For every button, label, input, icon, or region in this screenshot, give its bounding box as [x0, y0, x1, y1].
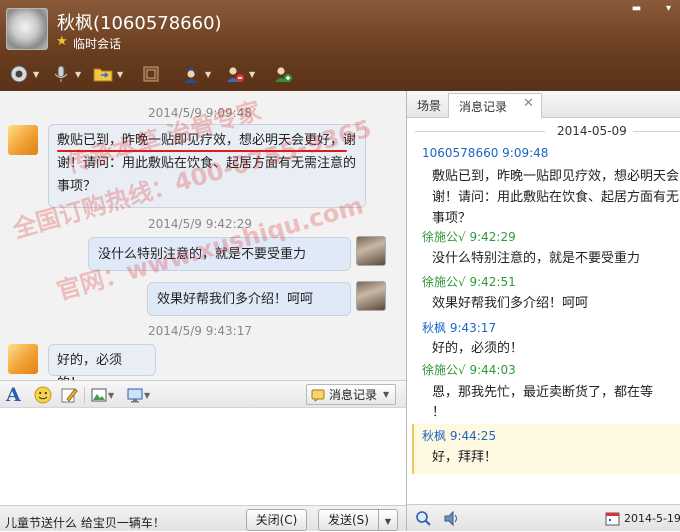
- send-options-button[interactable]: ▼: [378, 509, 398, 531]
- chevron-down-icon: ▼: [384, 517, 392, 526]
- search-icon[interactable]: [415, 510, 432, 527]
- remove-contact-icon: [224, 63, 246, 85]
- history-message: 没什么特别注意的，就是不要受重力: [432, 251, 641, 266]
- police-user-icon: [180, 63, 202, 85]
- date-separator: 2014-05-09: [407, 121, 680, 141]
- history-sender: 秋枫 9:44:25: [422, 429, 497, 443]
- history-message: 好的，必须的！: [432, 341, 524, 356]
- chevron-down-icon: ▼: [33, 69, 40, 79]
- minimize-button[interactable]: ▬: [628, 2, 645, 16]
- contact-name: 秋枫(1060578660): [57, 13, 222, 34]
- message-input[interactable]: [0, 408, 406, 505]
- sender-avatar[interactable]: [8, 344, 38, 374]
- message-bubble: 好的，必须的！: [48, 344, 156, 380]
- message-timestamp: 2014/5/9 9:43:17: [148, 324, 252, 338]
- chevron-down-icon: ▼: [117, 69, 124, 79]
- video-call-icon: [8, 63, 30, 85]
- chevron-down-icon: ▼: [75, 69, 82, 79]
- history-message: 事项？: [432, 211, 472, 226]
- history-message: 敷贴已到，昨晚一贴即见疗效，想必明天会: [432, 169, 680, 184]
- history-message: 谢！请问：用此敷贴在饮食、起居方面有无: [432, 190, 680, 205]
- my-avatar[interactable]: [356, 281, 386, 311]
- message-record-label: 消息记录: [329, 388, 378, 402]
- history-sender: 1060578660 9:09:48: [422, 146, 549, 160]
- emoji-button[interactable]: [34, 385, 52, 405]
- contact-avatar[interactable]: [6, 8, 48, 50]
- main-toolbar: ▼ ▼ ▼ ▼ ▼: [0, 60, 680, 88]
- history-message: 好，拜拜！: [432, 450, 498, 465]
- tab-message-record-label: 消息记录: [459, 100, 508, 114]
- history-sender: 秋枫 9:43:17: [422, 321, 497, 335]
- session-type-label: 临时会话: [73, 37, 122, 51]
- history-sender: 徐施公√ 9:42:29: [422, 230, 516, 244]
- ad-link[interactable]: 儿童节送什么 给宝贝一辆车！: [5, 514, 165, 531]
- star-icon: ★: [56, 34, 68, 49]
- chevron-down-icon: ▼: [205, 69, 212, 79]
- emoji-icon: [34, 386, 52, 404]
- add-contact-button[interactable]: ▼: [180, 62, 211, 86]
- chevron-down-icon: ▼: [144, 390, 151, 400]
- history-sender: 徐施公√ 9:44:03: [422, 363, 516, 377]
- bottom-bar: 儿童节送什么 给宝贝一辆车！ 关闭(C) 发送(S) ▼: [0, 505, 406, 531]
- monitor-icon: [127, 388, 143, 403]
- voice-call-icon: [50, 63, 72, 85]
- chat-message-area[interactable]: 2014/5/9 9:09:48 敷贴已到，昨晚一贴即见疗效，想必明天会更好，谢…: [0, 91, 406, 380]
- chat-window: 秋枫(1060578660) ★ 临时会话 ▬ ▾ ▼ ▼ ▼ ▼ ▼ 2014…: [0, 0, 680, 531]
- close-icon[interactable]: ✕: [523, 96, 534, 111]
- remote-desktop-icon: [140, 63, 162, 85]
- chevron-down-icon: ▼: [108, 390, 115, 400]
- font-icon: A: [6, 384, 21, 406]
- history-tabs: 场景 消息记录 ✕: [407, 91, 680, 118]
- history-message: 效果好帮我们多介绍！呵呵: [432, 296, 589, 311]
- file-transfer-icon: [92, 63, 114, 85]
- window-header: 秋枫(1060578660) ★ 临时会话 ▬ ▾ ▼ ▼ ▼ ▼ ▼: [0, 0, 680, 91]
- image-icon: [91, 388, 107, 402]
- input-toolbar: A ▼ ▼ 消息记录 ▼: [0, 380, 406, 408]
- tab-scene[interactable]: 场景: [417, 97, 441, 114]
- invite-group-button[interactable]: [272, 62, 294, 86]
- history-panel: 场景 消息记录 ✕ 2014-05-09 1060578660 9:09:48 …: [406, 91, 680, 531]
- chevron-down-icon: ▼: [383, 390, 390, 399]
- speaker-icon[interactable]: [443, 510, 461, 527]
- file-transfer-button[interactable]: ▼: [92, 62, 123, 86]
- close-button[interactable]: 关闭(C): [246, 509, 307, 531]
- history-message: ！: [432, 405, 446, 420]
- history-current-date: 2014-5-19: [624, 512, 680, 525]
- divider: [84, 387, 85, 403]
- screen-capture-button[interactable]: ▼: [126, 385, 150, 405]
- video-call-button[interactable]: ▼: [8, 62, 39, 86]
- remove-contact-button[interactable]: ▼: [224, 62, 255, 86]
- calendar-icon[interactable]: [605, 511, 620, 526]
- message-record-button[interactable]: 消息记录 ▼: [306, 384, 396, 405]
- sender-avatar[interactable]: [8, 125, 38, 155]
- chevron-down-icon: ▼: [249, 69, 256, 79]
- history-message: 恩，那我先忙，最近卖断货了，都在等: [432, 385, 654, 400]
- handwriting-icon: [61, 388, 78, 403]
- screenshot-button[interactable]: ▼: [90, 385, 114, 405]
- message-bubble: 效果好帮我们多介绍！呵呵: [147, 282, 351, 316]
- history-sender: 徐施公√ 9:42:51: [422, 275, 516, 289]
- voice-call-button[interactable]: ▼: [50, 62, 81, 86]
- my-avatar[interactable]: [356, 236, 386, 266]
- remote-assist-button[interactable]: [140, 62, 162, 86]
- tab-message-record[interactable]: 消息记录 ✕: [448, 93, 542, 118]
- window-menu-button[interactable]: ▾: [660, 2, 677, 16]
- history-date: 2014-05-09: [557, 124, 627, 138]
- handwriting-button[interactable]: [60, 385, 78, 405]
- message-record-icon: [311, 389, 325, 402]
- invite-group-icon: [272, 63, 294, 85]
- font-button[interactable]: A: [6, 384, 21, 406]
- send-button[interactable]: 发送(S): [318, 509, 378, 531]
- history-status-bar: 2014-5-19: [407, 504, 680, 531]
